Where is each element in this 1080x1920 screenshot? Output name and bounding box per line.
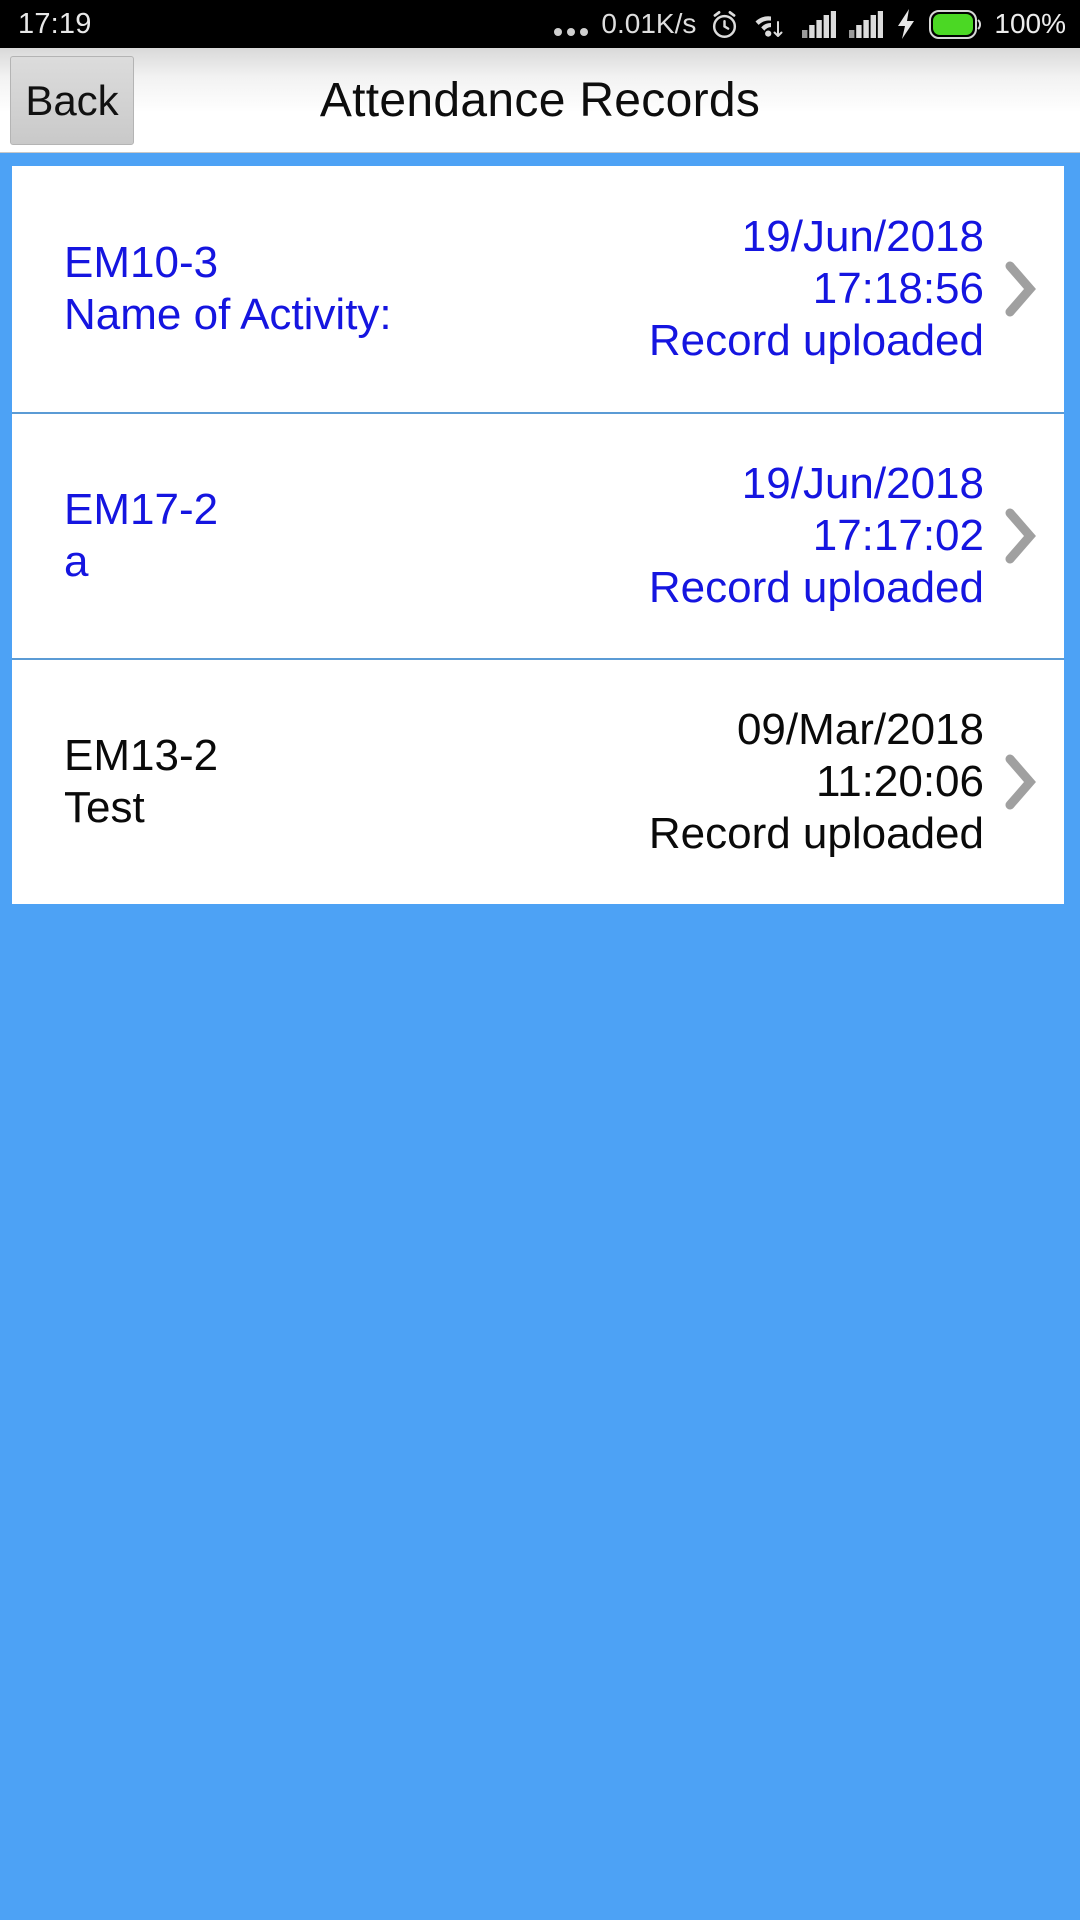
table-row[interactable]: EM13-2 Test 09/Mar/2018 11:20:06 Record …: [12, 658, 1064, 904]
record-id: EM13-2: [64, 731, 219, 780]
record-status: Record uploaded: [648, 316, 984, 365]
attendance-records-list: EM10-3 Name of Activity: 19/Jun/2018 17:…: [12, 166, 1064, 904]
record-time: 17:18:56: [812, 264, 984, 313]
record-activity-name: Name of Activity:: [64, 290, 392, 339]
alarm-icon: [709, 9, 740, 40]
record-date: 19/Jun/2018: [741, 459, 984, 508]
record-activity-name: a: [64, 537, 89, 586]
record-status: Record uploaded: [648, 563, 984, 612]
record-meta-info: 09/Mar/2018 11:20:06 Record uploaded: [649, 704, 984, 860]
record-id: EM10-3: [64, 238, 219, 287]
record-status: Record uploaded: [648, 809, 984, 858]
chevron-right-icon: [1004, 260, 1038, 318]
record-date: 09/Mar/2018: [736, 705, 984, 754]
chevron-right-icon: [1004, 753, 1038, 811]
header-bar: Back Attendance Records: [0, 48, 1080, 153]
status-time: 17:19: [18, 8, 92, 40]
charging-bolt-icon: [896, 9, 916, 39]
battery-icon: [929, 9, 982, 39]
signal-icon: [849, 10, 884, 38]
more-dots-icon: [554, 6, 589, 42]
record-id: EM17-2: [64, 485, 219, 534]
page-background: EM10-3 Name of Activity: 19/Jun/2018 17:…: [0, 153, 1080, 1920]
battery-percent-label: 100%: [994, 8, 1066, 39]
record-primary-info: EM10-3 Name of Activity:: [64, 237, 649, 341]
status-bar: 17:19 0.01K/s 100%: [0, 0, 1080, 48]
page-title: Attendance Records: [319, 74, 761, 127]
table-row[interactable]: EM17-2 a 19/Jun/2018 17:17:02 Record upl…: [12, 412, 1064, 658]
record-primary-info: EM17-2 a: [64, 484, 649, 588]
record-activity-name: Test: [64, 783, 145, 832]
record-meta-info: 19/Jun/2018 17:18:56 Record uploaded: [649, 211, 984, 367]
signal-icon: [802, 10, 837, 38]
back-button[interactable]: Back: [10, 56, 134, 145]
chevron-right-icon: [1004, 507, 1038, 565]
back-button-label: Back: [25, 76, 119, 124]
record-time: 11:20:06: [815, 757, 984, 806]
table-row[interactable]: EM10-3 Name of Activity: 19/Jun/2018 17:…: [12, 166, 1064, 412]
network-speed-label: 0.01K/s: [601, 8, 697, 39]
record-date: 19/Jun/2018: [741, 212, 984, 261]
wifi-icon: [753, 10, 789, 38]
record-time: 17:17:02: [812, 511, 984, 560]
record-primary-info: EM13-2 Test: [64, 730, 649, 834]
status-bar-icons: 0.01K/s 100%: [554, 0, 1066, 48]
record-meta-info: 19/Jun/2018 17:17:02 Record uploaded: [649, 458, 984, 614]
